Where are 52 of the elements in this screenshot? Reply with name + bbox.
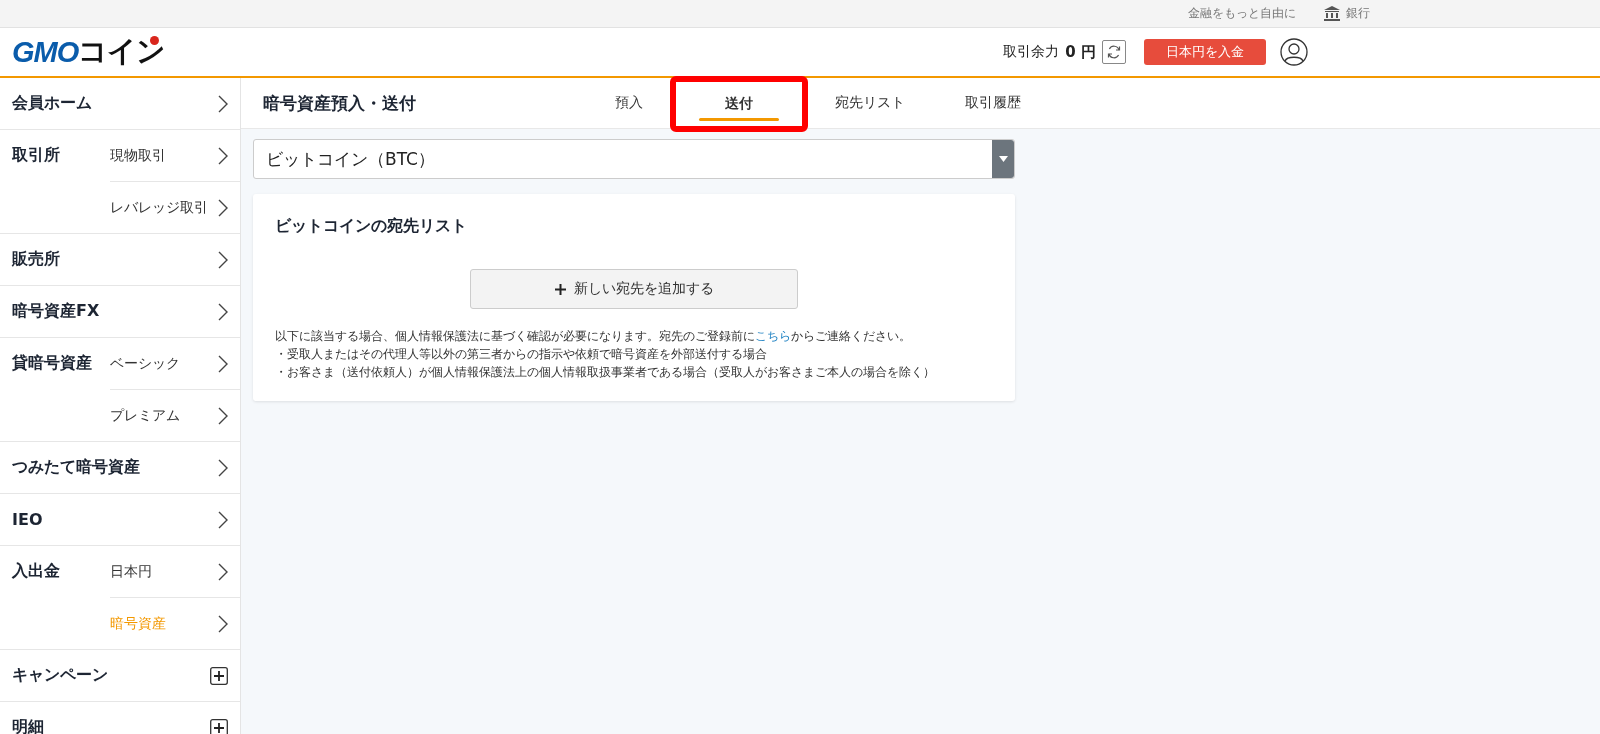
bank-icon: [1324, 6, 1340, 21]
currency-select[interactable]: ビットコイン（BTC）: [253, 139, 1015, 179]
refresh-icon: [1107, 45, 1121, 59]
dropdown-caret-icon: [998, 156, 1008, 162]
tagline: 金融をもっと自由に: [1188, 5, 1296, 22]
chevron-right-icon: [218, 94, 228, 113]
sidebar-subitem[interactable]: 現物取引: [110, 130, 240, 182]
page-title: 暗号資産預入・送付: [262, 91, 417, 115]
deposit-button[interactable]: 日本円を入金: [1144, 39, 1266, 65]
chevron-right-icon: [218, 146, 228, 165]
balance-value: 0 円: [1065, 42, 1096, 62]
sidebar-item[interactable]: 会員ホーム: [0, 78, 240, 129]
chevron-right-icon: [218, 614, 228, 633]
tab[interactable]: 宛先リスト: [805, 78, 935, 128]
sidebar-subitem[interactable]: ベーシック: [110, 338, 240, 390]
bank-link[interactable]: 銀行: [1324, 5, 1370, 22]
notice-bullet: ・お客さま（送付依頼人）が個人情報保護法上の個人情報取扱事業者である場合（受取人がお客さまご本人の場合を除く）: [275, 364, 936, 381]
chevron-right-icon: [218, 458, 228, 477]
tab[interactable]: 送付: [673, 79, 805, 129]
logo[interactable]: GMOコイン: [12, 32, 166, 72]
sidebar-item[interactable]: IEO: [0, 494, 240, 545]
sidebar-subitem[interactable]: レバレッジ取引: [110, 182, 240, 233]
chevron-right-icon: [218, 250, 228, 269]
chevron-right-icon: [218, 510, 228, 529]
chevron-right-icon: [218, 406, 228, 425]
sidebar-item[interactable]: 明細: [0, 702, 240, 734]
contact-link[interactable]: こちら: [755, 329, 791, 343]
notice-bullet: ・受取人またはその代理人等以外の第三者からの指示や依頼で暗号資産を外部送付する場合: [275, 346, 768, 363]
notice-text: 以下に該当する場合、個人情報保護法に基づく確認が必要になります。宛先のご登録前にこちらからご連絡ください。: [275, 328, 912, 345]
sidebar-subitem[interactable]: プレミアム: [110, 390, 240, 441]
sidebar-subitem[interactable]: 日本円: [110, 546, 240, 598]
sidebar-group-label: 取引所: [11, 144, 61, 166]
chevron-right-icon: [218, 302, 228, 321]
sidebar-item[interactable]: 販売所: [0, 234, 240, 285]
tab[interactable]: 預入: [585, 78, 673, 128]
sidebar-group-label: 貸暗号資産: [11, 352, 93, 374]
expand-plus-icon[interactable]: [210, 666, 228, 685]
refresh-button[interactable]: [1102, 40, 1126, 64]
tab[interactable]: 取引履歴: [935, 78, 1051, 128]
sidebar-item[interactable]: キャンペーン: [0, 650, 240, 701]
user-account-icon[interactable]: [1280, 38, 1308, 66]
chevron-right-icon: [218, 198, 228, 217]
card-title: ビットコインの宛先リスト: [275, 216, 468, 237]
chevron-right-icon: [218, 562, 228, 581]
plus-icon: [554, 283, 566, 295]
add-address-button[interactable]: 新しい宛先を追加する: [470, 269, 798, 309]
chevron-right-icon: [218, 354, 228, 373]
balance-label: 取引余力: [1003, 43, 1060, 61]
expand-plus-icon[interactable]: [210, 718, 228, 734]
sidebar-item[interactable]: つみたて暗号資産: [0, 442, 240, 493]
sidebar-group-label: 入出金: [11, 560, 61, 582]
sidebar-item[interactable]: 暗号資産FX: [0, 286, 240, 337]
